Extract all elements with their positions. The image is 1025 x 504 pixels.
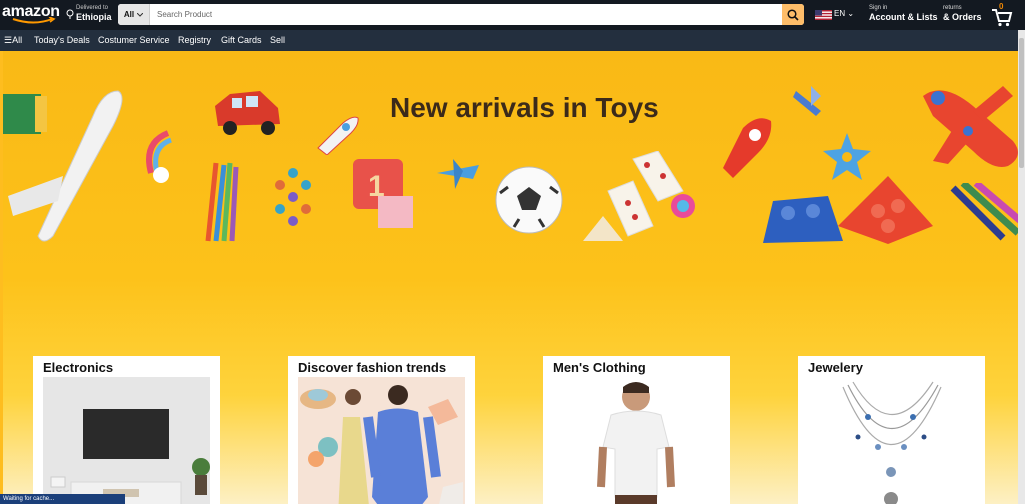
- account-lists[interactable]: Sign in Account & Lists: [869, 5, 938, 23]
- toy-airplane-icon: [8, 90, 123, 242]
- deliver-country: Ethiopia: [76, 12, 112, 22]
- returns-orders[interactable]: returns & Orders: [943, 5, 982, 23]
- card-title: Discover fashion trends: [298, 360, 447, 375]
- toy-rocket-red-icon: [723, 118, 772, 178]
- toy-pencils-icon: [205, 162, 239, 242]
- sign-in-label: Sign in: [869, 5, 888, 11]
- toy-mini-plane-icon: [793, 86, 821, 116]
- nav-item-todays-deals[interactable]: Today's Deals: [34, 35, 90, 45]
- toy-soccer-ball-icon: [495, 166, 563, 234]
- nav-bar: ☰All Today's Deals Costumer Service Regi…: [0, 30, 1025, 51]
- search-category-select[interactable]: All: [118, 4, 150, 25]
- orders-label: & Orders: [943, 12, 982, 22]
- page-scrollbar[interactable]: [1018, 30, 1025, 504]
- cart-button[interactable]: 0: [991, 2, 1013, 27]
- amazon-logo[interactable]: amazon: [2, 3, 66, 25]
- cart-icon: [992, 9, 1013, 27]
- search-bar: All: [118, 4, 804, 25]
- nav-item-registry[interactable]: Registry: [178, 35, 211, 45]
- category-card-jewelery[interactable]: Jewelery: [798, 356, 985, 504]
- toy-bead-tree-icon: [275, 168, 311, 226]
- logo-smile-icon: [12, 17, 56, 24]
- toy-lego-red-icon: [838, 176, 933, 244]
- category-card-fashion[interactable]: Discover fashion trends: [288, 356, 475, 504]
- language-label: EN ⌄: [834, 9, 855, 18]
- jewelery-image: [808, 377, 975, 504]
- scrollbar-thumb[interactable]: [1019, 38, 1024, 168]
- category-card-mens-clothing[interactable]: Men's Clothing: [543, 356, 730, 504]
- hero-banner[interactable]: New arrivals in Toys 1 Electronics Disco…: [3, 51, 1025, 504]
- card-title: Men's Clothing: [553, 360, 646, 375]
- location-pin-icon: [66, 9, 74, 19]
- nav-all-label: All: [12, 35, 23, 45]
- browser-status-bar: Waiting for cache...: [0, 494, 125, 504]
- nav-item-sell[interactable]: Sell: [270, 35, 285, 45]
- deliver-label: Delivered to: [76, 5, 109, 11]
- card-title: Electronics: [43, 360, 114, 375]
- hamburger-icon: ☰: [4, 35, 13, 45]
- nav-item-customer-service[interactable]: Costumer Service: [98, 35, 170, 45]
- nav-all-menu[interactable]: ☰All: [4, 35, 22, 46]
- hero-title: New arrivals in Toys: [390, 92, 659, 123]
- toy-crayons-icon: [950, 183, 1023, 241]
- search-category-label: All: [123, 10, 135, 19]
- account-lists-label: Account & Lists: [869, 12, 938, 22]
- toy-dominoes-icon: [583, 151, 695, 241]
- header: amazon Delivered to Ethiopia All Search …: [0, 0, 1025, 30]
- toy-airplane-red-icon: [923, 86, 1018, 167]
- category-card-electronics[interactable]: Electronics: [33, 356, 220, 504]
- us-flag-icon: [815, 10, 832, 20]
- search-button[interactable]: [782, 4, 804, 25]
- electronics-image: [43, 377, 210, 504]
- toy-rocket-icon: [317, 116, 359, 155]
- chevron-down-icon: [137, 12, 144, 17]
- nav-item-gift-cards[interactable]: Gift Cards: [221, 35, 262, 45]
- toy-number-block-icon: 1: [353, 159, 413, 228]
- search-icon: [787, 8, 799, 21]
- toy-rainbow-icon: [146, 130, 172, 183]
- card-title: Jewelery: [808, 360, 863, 375]
- fashion-image: [298, 377, 465, 504]
- toy-plane-small-icon: [437, 159, 479, 189]
- toy-car-icon: [215, 91, 280, 135]
- mens-clothing-image: [553, 377, 720, 504]
- returns-label: returns: [943, 5, 962, 11]
- search-input[interactable]: [151, 4, 781, 25]
